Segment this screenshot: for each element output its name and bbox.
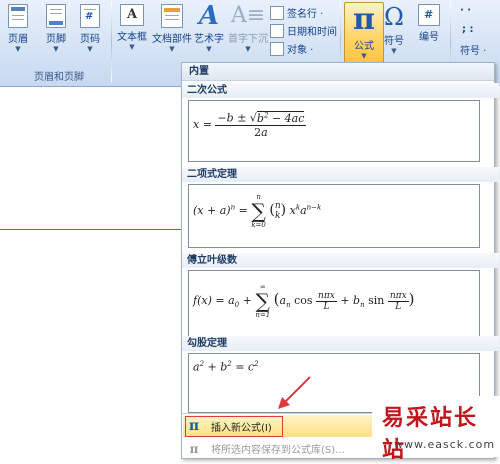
pythagorean-formula: a2 + b2 = c2 — [193, 360, 259, 374]
section-title-pythagorean: 勾股定理 — [182, 336, 499, 351]
chevron-down-icon: ▼ — [206, 45, 212, 53]
equation-item-binomial[interactable]: (x + a)n = n ∑ k=0 (n k) xkan−k — [188, 184, 480, 248]
footer-icon — [46, 4, 66, 28]
quick-parts-button[interactable]: 文档部件 ▼ — [152, 4, 192, 53]
chevron-down-icon: ▼ — [15, 45, 21, 53]
object-button[interactable]: 对象 · — [270, 41, 313, 56]
textbox-button-label: 文本框 — [117, 32, 147, 43]
drop-cap-button-label: 首字下沉 — [228, 34, 268, 45]
wordart-icon: A — [198, 1, 220, 31]
special-symbol-label: 符号 · — [460, 46, 487, 57]
date-time-label: 日期和时间 — [287, 27, 337, 38]
header-button-label: 页眉 — [8, 34, 28, 45]
footer-button-label: 页脚 — [46, 34, 66, 45]
drop-cap-icon: A≡ — [230, 3, 266, 28]
quick-parts-button-label: 文档部件 — [152, 34, 192, 45]
header-icon — [8, 4, 28, 28]
quick-parts-icon — [161, 4, 183, 28]
red-arrow-annotation — [278, 376, 311, 409]
chevron-down-icon: ▼ — [129, 43, 135, 51]
chevron-down-icon: ▼ — [245, 45, 251, 53]
group-separator — [111, 2, 112, 82]
footer-button[interactable]: 页脚 ▼ — [46, 4, 66, 53]
section-title-binomial: 二项式定理 — [182, 167, 499, 182]
numbering-button-label: 编号 — [419, 32, 439, 43]
equation-item-quadratic[interactable]: x = −b ± √b2 − 4ac 2a — [188, 100, 480, 162]
fourier-formula: f(x) = a0 + ∞ ∑ n=1 (an cos nπx L + bn sin … — [193, 283, 415, 319]
header-footer-group-label: 页眉和页脚 — [34, 72, 84, 83]
pi-disabled-icon: π — [189, 441, 199, 456]
wordart-button-label: 艺术字 — [194, 34, 224, 45]
save-selection-label: 将所选内容保存到公式库(S)... — [211, 445, 345, 456]
drop-cap-button[interactable]: A≡ 首字下沉 ▼ — [228, 3, 268, 54]
page-number-icon: # — [80, 4, 100, 28]
equation-button-label: 公式 — [354, 41, 374, 52]
object-icon — [270, 41, 284, 56]
chevron-down-icon: ▼ — [169, 45, 175, 53]
signature-icon — [270, 5, 284, 20]
header-button[interactable]: 页眉 ▼ — [8, 4, 28, 53]
special-char-dots[interactable]: · · — [460, 5, 471, 16]
site-watermark: 易采站长站 www.easck.com — [372, 396, 500, 463]
symbol-button-label: 符号 — [384, 36, 404, 47]
chevron-down-icon: ▼ — [87, 45, 93, 53]
wordart-button[interactable]: A 艺术字 ▼ — [194, 1, 224, 53]
quadratic-formula: x = −b ± √b2 − 4ac 2a — [193, 110, 307, 139]
watermark-title: 易采站长站 — [382, 405, 479, 463]
section-title-quadratic: 二次公式 — [182, 83, 499, 98]
equation-item-fourier[interactable]: f(x) = a0 + ∞ ∑ n=1 (an cos nπx L + bn sin … — [188, 270, 480, 342]
textbox-icon: A — [120, 4, 144, 26]
special-char-punct[interactable]: ; : — [462, 24, 473, 35]
special-symbol-button[interactable]: 符号 · — [460, 42, 486, 57]
textbox-button[interactable]: A 文本框 ▼ — [117, 4, 147, 51]
chevron-down-icon: ▼ — [361, 52, 367, 60]
chevron-down-icon: ▼ — [391, 47, 397, 55]
numbering-icon: # — [418, 4, 440, 26]
equation-button[interactable]: π 公式 ▼ — [344, 2, 384, 64]
page-number-button-label: 页码 — [80, 34, 100, 45]
gallery-header: 内置 — [182, 63, 494, 81]
calendar-icon — [270, 23, 284, 38]
pi-icon: π — [353, 2, 375, 37]
numbering-button[interactable]: # 编号 — [418, 4, 440, 43]
section-title-fourier: 傅立叶级数 — [182, 253, 499, 268]
page-number-button[interactable]: # 页码 ▼ — [80, 4, 100, 53]
date-time-button[interactable]: 日期和时间 — [270, 23, 337, 38]
watermark-url: www.easck.com — [394, 438, 496, 451]
omega-icon: Ω — [384, 3, 404, 31]
signature-line-label: 签名行 · — [287, 9, 324, 20]
chevron-down-icon: ▼ — [53, 45, 59, 53]
object-label: 对象 · — [287, 45, 314, 56]
symbol-button[interactable]: Ω 符号 ▼ — [384, 4, 404, 55]
signature-line-button[interactable]: 签名行 · — [270, 5, 323, 20]
binomial-formula: (x + a)n = n ∑ k=0 (n k) xkan−k — [193, 193, 322, 229]
highlight-box — [185, 416, 283, 437]
